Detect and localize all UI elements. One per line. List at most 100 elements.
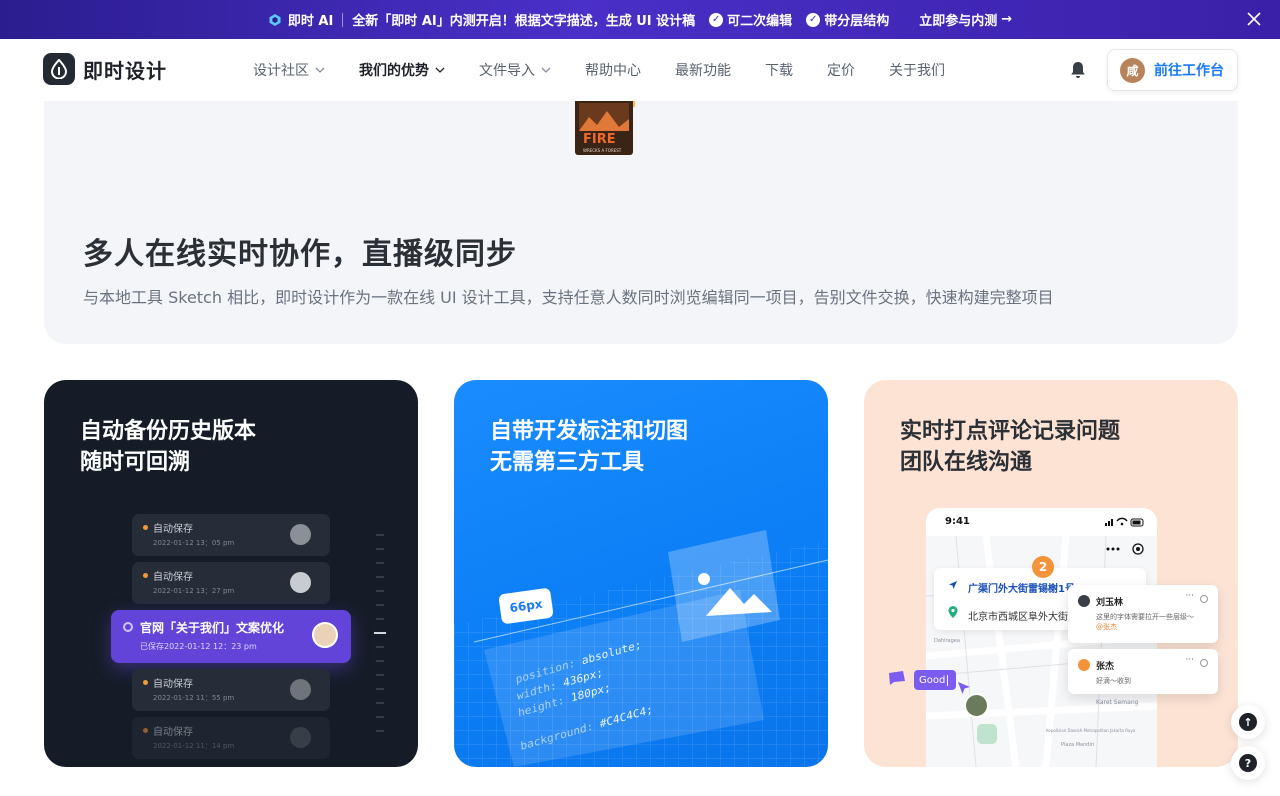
chevron-down-icon xyxy=(435,67,445,73)
nav-label: 设计社区 xyxy=(253,63,309,79)
history-item[interactable]: 自动保存 2022-01-12 11：14 pm xyxy=(132,717,330,759)
nav-label: 最新功能 xyxy=(675,63,731,79)
status-dot xyxy=(143,680,148,685)
check-icon: ✓ xyxy=(709,12,724,27)
nav-download[interactable]: 下载 xyxy=(765,60,793,80)
avatar xyxy=(964,693,989,718)
card-title-line: 随时可回溯 xyxy=(80,450,191,475)
nav-our-advantages[interactable]: 我们的优势 xyxy=(359,60,445,80)
comment-author: 刘玉林 xyxy=(1096,598,1124,608)
more-icon[interactable]: ··· xyxy=(1185,655,1194,665)
promo-brand: 即时 AI xyxy=(287,14,334,29)
promo-banner[interactable]: 即时 AI 全新「即时 AI」内测开启！根据文字描述，生成 UI 设计稿 ✓ 可… xyxy=(0,0,1280,39)
close-icon[interactable] xyxy=(1246,11,1262,27)
promo-divider xyxy=(342,12,344,27)
chevron-down-icon xyxy=(315,67,325,73)
navigation-arrow-icon xyxy=(949,581,957,589)
comment-body: 这里的字体需要拉开一些层级～ @张杰 xyxy=(1096,612,1214,632)
more-icon[interactable]: ··· xyxy=(1185,591,1194,601)
history-time: 2022-01-12 13：27 pm xyxy=(153,587,235,595)
resolve-icon[interactable] xyxy=(1200,659,1208,667)
main-menu: 设计社区 我们的优势 文件导入 帮助中心 最新功能 下载 定价 关于我们 xyxy=(253,39,979,101)
history-item[interactable]: 自动保存 2022-01-12 13：05 pm xyxy=(132,514,330,556)
arrow-right-icon: → xyxy=(1001,12,1013,27)
card-title-line: 无需第三方工具 xyxy=(490,450,645,475)
nav-label: 文件导入 xyxy=(479,63,535,79)
go-to-workspace-button[interactable]: 咸 前往工作台 xyxy=(1107,49,1238,91)
map-label: Dahlragea xyxy=(934,638,960,644)
card-title-line: 自动备份历史版本 xyxy=(80,419,257,444)
history-time: 2022-01-12 11：55 pm xyxy=(153,694,235,702)
nav-file-import[interactable]: 文件导入 xyxy=(479,60,551,80)
status-dot xyxy=(143,573,148,578)
history-name: 自动保存 xyxy=(153,572,193,583)
map-label: Plaza Mandiri xyxy=(1061,742,1094,748)
history-time: 2022-01-12 11：14 pm xyxy=(153,742,235,750)
nav-label: 定价 xyxy=(827,63,855,79)
text-caret xyxy=(947,674,949,686)
avatar xyxy=(312,622,338,648)
card-title-line: 团队在线沟通 xyxy=(900,450,1033,475)
nav-label: 关于我们 xyxy=(889,63,945,79)
avatar xyxy=(290,727,311,748)
comment-bubble[interactable]: 刘玉林 ··· 这里的字体需要拉开一些层级～ @张杰 xyxy=(1068,585,1218,643)
typing-text: Good xyxy=(919,674,946,686)
join-beta-label: 立即参与内测 xyxy=(919,14,998,29)
avatar xyxy=(290,524,311,545)
join-beta-link[interactable]: 立即参与内测 → xyxy=(919,10,1012,29)
logo-mark-icon xyxy=(43,53,75,85)
selected-ring-icon xyxy=(123,622,133,632)
comment-bubble[interactable]: 张杰 ··· 好滴～收到 xyxy=(1068,649,1218,694)
workspace-label: 前往工作台 xyxy=(1154,63,1224,79)
history-item[interactable]: 自动保存 2022-01-12 13：27 pm xyxy=(132,562,330,604)
more-and-target-icon[interactable] xyxy=(1104,542,1148,556)
nav-about-us[interactable]: 关于我们 xyxy=(889,60,945,80)
chevron-down-icon xyxy=(541,67,551,73)
check-icon: ✓ xyxy=(806,12,821,27)
help-button[interactable]: ? xyxy=(1231,746,1265,780)
promo-feature-layers: 带分层结构 xyxy=(824,14,890,29)
logo-text: 即时设计 xyxy=(83,58,167,83)
history-item-selected[interactable]: 官网「关于我们」文案优化 已保存2022-01-12 12：23 pm xyxy=(111,610,351,663)
bell-icon[interactable] xyxy=(1070,61,1086,79)
card-title: 自带开发标注和切图 无需第三方工具 xyxy=(490,416,688,478)
avatar xyxy=(1078,595,1090,607)
card-title-line: 自带开发标注和切图 xyxy=(490,419,689,444)
avatar xyxy=(1078,659,1090,671)
site-logo[interactable]: 即时设计 xyxy=(43,53,167,85)
card-title-line: 实时打点评论记录问题 xyxy=(900,419,1121,444)
comment-pin-badge[interactable]: 2 xyxy=(1032,556,1054,578)
card-title: 自动备份历史版本 随时可回溯 xyxy=(80,416,256,478)
history-name: 自动保存 xyxy=(153,524,193,535)
status-dot xyxy=(143,525,148,530)
back-to-top-button[interactable]: ↑ xyxy=(1231,705,1265,739)
history-name: 自动保存 xyxy=(153,679,193,690)
status-dot xyxy=(143,728,148,733)
map-marker-icon xyxy=(977,724,997,744)
nav-label: 帮助中心 xyxy=(585,63,641,79)
book-cover-illustration: FIRE WRECKS A FOREST xyxy=(575,101,635,155)
question-icon: ? xyxy=(1239,754,1257,772)
comment-mention: @张杰 xyxy=(1096,623,1117,631)
promo-feature-editable: 可二次编辑 xyxy=(727,14,793,29)
avatar xyxy=(290,572,311,593)
nav-help-center[interactable]: 帮助中心 xyxy=(585,60,641,80)
signal-wifi-battery-icon xyxy=(1105,517,1144,527)
realtime-comment-card: 实时打点评论记录问题 团队在线沟通 9:41 Dahlragea Karet S… xyxy=(864,380,1238,767)
history-time: 已保存2022-01-12 12：23 pm xyxy=(140,642,257,651)
nav-label: 下载 xyxy=(765,63,793,79)
nav-pricing[interactable]: 定价 xyxy=(827,60,855,80)
thumb-caption: WRECKS A FOREST xyxy=(583,148,622,153)
collaboration-hero: FIRE WRECKS A FOREST 多人在线实时协作，直播级同步 与本地工… xyxy=(44,101,1238,344)
timeline-ruler xyxy=(374,534,386,732)
resolve-icon[interactable] xyxy=(1200,595,1208,603)
comment-author: 张杰 xyxy=(1096,662,1115,672)
typing-comment-tag: Good xyxy=(914,670,956,690)
history-name: 自动保存 xyxy=(153,727,193,738)
history-time: 2022-01-12 13：05 pm xyxy=(153,539,235,547)
top-navigation: 即时设计 设计社区 我们的优势 文件导入 帮助中心 最新功能 下载 定价 关于我… xyxy=(0,39,1280,101)
history-item[interactable]: 自动保存 2022-01-12 11：55 pm xyxy=(132,669,330,711)
nav-new-features[interactable]: 最新功能 xyxy=(675,60,731,80)
location-pin-icon xyxy=(948,606,958,618)
nav-design-community[interactable]: 设计社区 xyxy=(253,60,325,80)
